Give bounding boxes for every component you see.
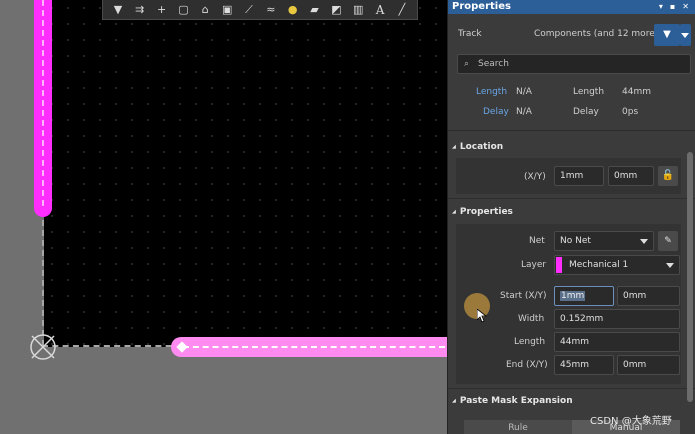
net-label: Net: [529, 236, 545, 246]
panel-menu-icon[interactable]: ▾: [659, 0, 663, 14]
track-vertical-centerline: [42, 0, 44, 206]
track-horizontal-centerline: [183, 346, 445, 348]
chevron-down-icon: [681, 33, 689, 38]
summary-delay-value: N/A: [516, 107, 532, 117]
summary-length-value: N/A: [516, 87, 532, 97]
filter-button[interactable]: ▼: [654, 24, 680, 46]
pad-icon[interactable]: ▣: [219, 2, 235, 18]
summary-length-label: Length: [476, 87, 508, 97]
chart-icon[interactable]: ▥: [350, 2, 366, 18]
rule-label: Rule: [508, 423, 528, 433]
layer-value: Mechanical 1: [569, 260, 629, 270]
summary-length-value-2: 44mm: [622, 87, 651, 97]
diff-pair-icon[interactable]: ≈: [263, 2, 279, 18]
rule-toggle[interactable]: Rule: [464, 420, 572, 434]
divider: [448, 388, 695, 389]
divider: [448, 130, 695, 131]
properties-section-header[interactable]: Properties: [452, 207, 513, 217]
properties-panel: Properties ▾ ▪ ✕ Track Components (and 1…: [447, 0, 695, 434]
length-label: Length: [514, 337, 546, 347]
filter-icon[interactable]: ▼: [110, 2, 126, 18]
close-icon[interactable]: ✕: [682, 0, 689, 14]
layer-label: Layer: [521, 260, 547, 270]
start-x-field[interactable]: 1mm: [554, 286, 614, 306]
start-xy-label: Start (X/Y): [500, 291, 547, 301]
edit-net-button[interactable]: ✎: [658, 231, 678, 251]
lock-button[interactable]: 🔓: [658, 166, 678, 186]
summary-delay-label-2: Delay: [573, 107, 599, 117]
start-y-field[interactable]: 0mm: [617, 286, 680, 306]
panel-scrollbar[interactable]: [687, 152, 693, 402]
pencil-icon: ✎: [664, 236, 672, 246]
location-section-header[interactable]: Location: [452, 142, 503, 152]
route-icon[interactable]: ⇉: [132, 2, 148, 18]
divider: [448, 198, 695, 199]
region-icon[interactable]: ◩: [328, 2, 344, 18]
mouse-cursor-icon: [477, 309, 487, 323]
watermark-text: CSDN @大象荒野: [590, 416, 672, 427]
end-xy-label: End (X/Y): [506, 360, 548, 370]
interactive-route-icon[interactable]: ⟋: [241, 2, 257, 18]
search-input[interactable]: ⌕ Search: [457, 54, 691, 74]
chevron-down-icon: [640, 239, 648, 244]
via-icon[interactable]: ●: [285, 2, 301, 18]
object-type-label: Track: [458, 29, 482, 39]
origin-marker-icon: [30, 334, 56, 360]
location-xy-label: (X/Y): [524, 172, 546, 182]
summary-delay-label: Delay: [483, 107, 509, 117]
board-outline-left: [42, 210, 44, 346]
width-field[interactable]: 0.152mm: [554, 309, 680, 329]
net-select[interactable]: No Net: [554, 231, 654, 251]
filter-dropdown-button[interactable]: [680, 24, 691, 46]
summary-length-label-2: Length: [573, 87, 605, 97]
summary-delay-value-2: 0ps: [622, 107, 639, 117]
paste-mask-section-header[interactable]: Paste Mask Expansion: [452, 396, 573, 406]
pin-icon[interactable]: ▪: [670, 0, 675, 14]
location-x-field[interactable]: 1mm: [554, 166, 604, 186]
polygon-icon[interactable]: ▰: [307, 2, 323, 18]
layer-color-swatch: [556, 257, 562, 273]
active-bar-toolbar: ▼ ⇉ + ▢ ⌂ ▣ ⟋ ≈ ● ▰ ◩ ▥ A ╱: [102, 0, 418, 20]
board-outline-bottom: [42, 345, 182, 347]
end-x-field[interactable]: 45mm: [554, 355, 614, 375]
location-y-field[interactable]: 0mm: [608, 166, 654, 186]
panel-title-bar: Properties ▾ ▪ ✕: [448, 0, 695, 14]
search-icon: ⌕: [464, 59, 470, 69]
cross-probe-icon[interactable]: +: [154, 2, 170, 18]
lock-icon: 🔓: [661, 170, 675, 181]
search-placeholder: Search: [478, 59, 509, 69]
rectangle-select-icon[interactable]: ▢: [175, 2, 191, 18]
layer-select[interactable]: Mechanical 1: [554, 255, 680, 275]
filter-icon: ▼: [663, 29, 671, 40]
component-icon[interactable]: ⌂: [197, 2, 213, 18]
panel-title: Properties: [452, 1, 511, 12]
width-label: Width: [518, 314, 545, 324]
length-field[interactable]: 44mm: [554, 332, 680, 352]
text-icon[interactable]: A: [372, 2, 388, 18]
chevron-down-icon: [666, 263, 674, 268]
board-area[interactable]: [44, 0, 447, 347]
net-value: No Net: [560, 236, 591, 246]
pcb-canvas[interactable]: ▼ ⇉ + ▢ ⌂ ▣ ⟋ ≈ ● ▰ ◩ ▥ A ╱: [0, 0, 447, 434]
start-x-value: 1mm: [560, 291, 586, 301]
filter-scope-label[interactable]: Components (and 12 more): [534, 29, 658, 39]
end-y-field[interactable]: 0mm: [617, 355, 680, 375]
line-icon[interactable]: ╱: [394, 2, 410, 18]
